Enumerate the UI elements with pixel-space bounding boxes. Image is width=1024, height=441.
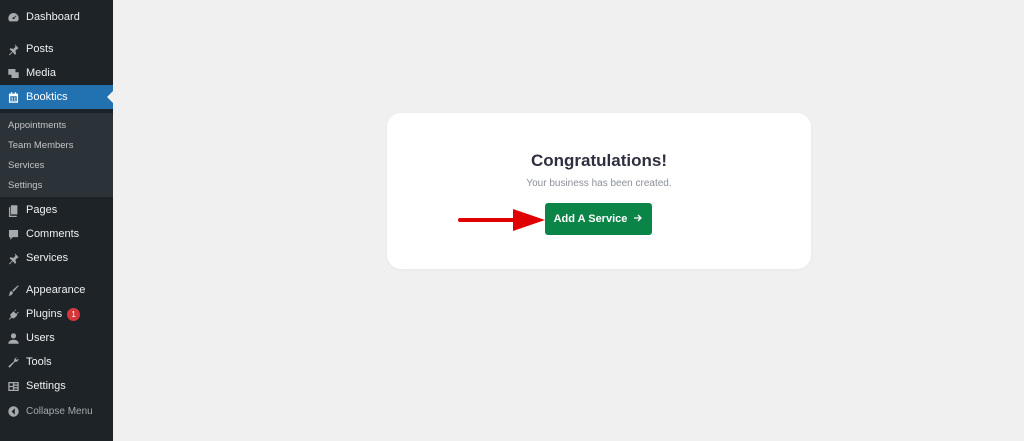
pin-icon (6, 251, 20, 265)
media-icon (6, 66, 20, 80)
comment-icon (6, 227, 20, 241)
arrow-right-icon (633, 213, 643, 226)
sidebar-item-label: Services (26, 252, 69, 264)
sidebar-item-posts[interactable]: Posts (0, 37, 113, 61)
sidebar-item-users[interactable]: Users (0, 326, 113, 350)
submenu-item-appointments[interactable]: Appointments (8, 120, 66, 131)
sidebar-item-label: Posts (26, 43, 54, 55)
add-service-button[interactable]: Add A Service (545, 203, 652, 235)
sidebar-item-dashboard[interactable]: Dashboard (0, 5, 113, 29)
sidebar-item-label: Pages (26, 204, 58, 216)
booktics-submenu: Appointments Team Members Services Setti… (0, 113, 113, 197)
wrench-icon (6, 355, 20, 369)
sidebar-item-label: Dashboard (26, 11, 80, 23)
sidebar-item-services[interactable]: Services (0, 246, 113, 270)
sidebar-item-label: Booktics (26, 91, 68, 103)
brush-icon (6, 283, 20, 297)
submenu-item-services[interactable]: Services (8, 160, 44, 171)
pin-icon (6, 42, 20, 56)
settings-icon (6, 379, 20, 393)
dashboard-icon (6, 10, 20, 24)
sidebar-item-label: Media (26, 67, 56, 79)
sidebar-item-comments[interactable]: Comments (0, 222, 113, 246)
page-title: Congratulations! (531, 151, 667, 170)
sidebar-item-label: Settings (26, 380, 66, 392)
sidebar-item-plugins[interactable]: Plugins 1 (0, 302, 113, 326)
sidebar-item-tools[interactable]: Tools (0, 350, 113, 374)
user-icon (6, 331, 20, 345)
sidebar-item-label: Tools (26, 356, 52, 368)
success-card: Congratulations! Your business has been … (387, 113, 811, 269)
sidebar-item-label: Comments (26, 228, 80, 240)
pointer-arrow-icon (458, 209, 545, 231)
admin-sidebar: Dashboard Posts Media Booktics Appointme… (0, 0, 113, 441)
sidebar-item-booktics[interactable]: Booktics (0, 85, 113, 109)
sidebar-item-settings[interactable]: Settings (0, 374, 113, 398)
sidebar-item-label: Plugins (26, 308, 63, 320)
collapse-menu-label: Collapse Menu (26, 405, 93, 417)
calendar-icon (6, 90, 20, 104)
submenu-item-team-members[interactable]: Team Members (8, 140, 73, 151)
collapse-menu-button[interactable]: Collapse Menu (0, 399, 113, 423)
sidebar-item-media[interactable]: Media (0, 61, 113, 85)
sidebar-item-appearance[interactable]: Appearance (0, 278, 113, 302)
sidebar-item-label: Appearance (26, 284, 86, 296)
success-message: Your business has been created. (526, 178, 672, 189)
sidebar-item-pages[interactable]: Pages (0, 198, 113, 222)
sidebar-item-label: Users (26, 332, 55, 344)
update-count-badge: 1 (67, 307, 81, 321)
add-service-label: Add A Service (553, 213, 628, 225)
plugin-icon (6, 307, 20, 321)
collapse-icon (6, 404, 20, 418)
submenu-item-settings[interactable]: Settings (8, 180, 42, 191)
pages-icon (6, 203, 20, 217)
